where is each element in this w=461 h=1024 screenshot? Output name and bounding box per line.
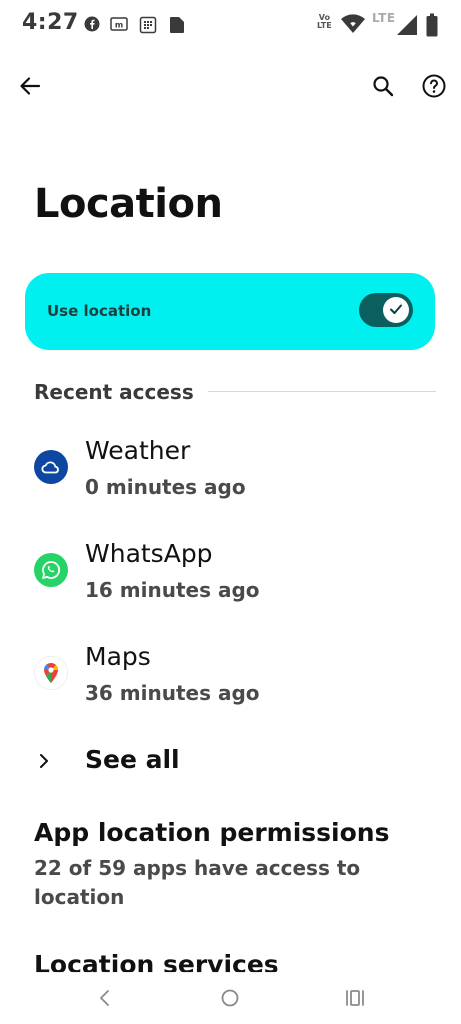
use-location-label: Use location xyxy=(47,302,152,320)
wifi-icon xyxy=(341,14,365,38)
app-name: Weather xyxy=(85,436,191,465)
volte-indicator: Vo LTE xyxy=(317,13,332,30)
back-button[interactable] xyxy=(10,68,50,108)
m-icon: m xyxy=(110,16,128,36)
use-location-switch[interactable] xyxy=(359,293,413,327)
battery-icon xyxy=(426,13,438,41)
status-time: 4:27 xyxy=(22,10,79,35)
status-bar: 4:27 m Vo LTE LTE xyxy=(0,0,461,52)
access-time: 36 minutes ago xyxy=(85,681,260,705)
recent-app-row-whatsapp[interactable]: WhatsApp 16 minutes ago xyxy=(0,533,461,623)
svg-text:m: m xyxy=(115,21,123,30)
whatsapp-icon xyxy=(34,553,68,587)
notification-icon xyxy=(169,16,185,38)
page-title: Location xyxy=(34,181,223,227)
top-app-bar xyxy=(0,64,461,114)
help-circle-icon xyxy=(422,74,446,102)
use-location-toggle-card[interactable]: Use location xyxy=(25,273,435,350)
switch-thumb xyxy=(383,297,409,323)
app-location-permissions-item[interactable]: App location permissions 22 of 59 apps h… xyxy=(0,816,461,916)
arrow-left-icon xyxy=(19,75,41,101)
recent-access-header: Recent access xyxy=(34,380,194,404)
help-button[interactable] xyxy=(414,68,454,108)
recents-nav-icon xyxy=(344,988,366,1012)
calendar-icon xyxy=(139,16,157,38)
location-settings-screen: 4:27 m Vo LTE LTE Location Use location … xyxy=(0,0,461,1024)
facebook-icon xyxy=(84,16,100,36)
check-icon xyxy=(389,301,403,320)
access-time: 16 minutes ago xyxy=(85,578,260,602)
search-button[interactable] xyxy=(363,68,403,108)
recent-app-row-weather[interactable]: Weather 0 minutes ago xyxy=(0,430,461,520)
home-nav-icon xyxy=(220,988,240,1012)
permissions-summary: 22 of 59 apps have access to location xyxy=(34,856,361,909)
system-navigation-bar xyxy=(0,972,461,1024)
back-nav-button[interactable] xyxy=(85,980,125,1020)
app-name: WhatsApp xyxy=(85,539,213,568)
permissions-title: App location permissions xyxy=(34,818,390,847)
signal-icon xyxy=(396,14,418,40)
recent-app-row-maps[interactable]: Maps 36 minutes ago xyxy=(0,636,461,726)
see-all-label: See all xyxy=(85,745,180,774)
search-icon xyxy=(372,75,394,101)
weather-cloud-icon xyxy=(34,450,68,484)
access-time: 0 minutes ago xyxy=(85,475,246,499)
home-nav-button[interactable] xyxy=(210,980,250,1020)
maps-pin-icon xyxy=(34,656,68,690)
recents-nav-button[interactable] xyxy=(335,980,375,1020)
back-nav-icon xyxy=(97,988,113,1012)
chevron-right-icon xyxy=(38,752,50,774)
app-name: Maps xyxy=(85,642,151,671)
see-all-button[interactable]: See all xyxy=(0,740,461,786)
section-divider xyxy=(208,391,436,392)
network-type-label: LTE xyxy=(372,11,396,25)
